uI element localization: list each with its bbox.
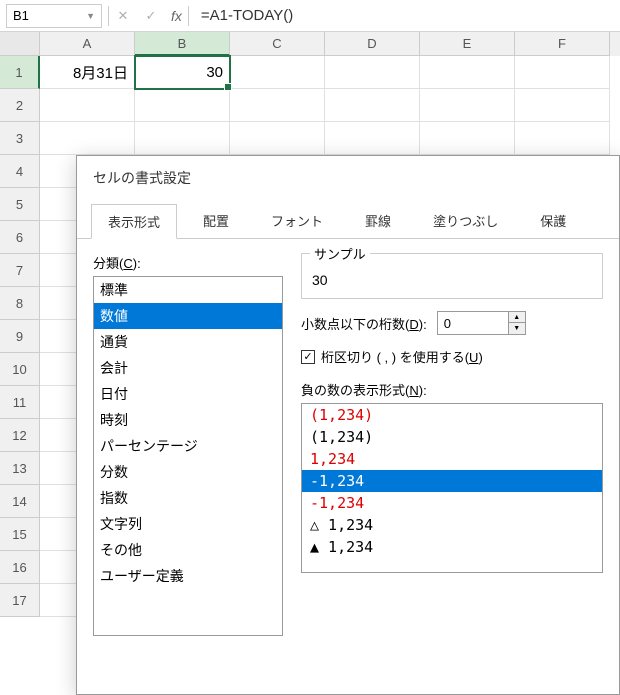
fx-icon[interactable]: fx <box>165 8 188 24</box>
formula-text: =A1-TODAY() <box>201 7 293 24</box>
negative-format-item[interactable]: △ 1,234 <box>302 514 602 536</box>
decimal-places-input[interactable] <box>438 312 508 334</box>
row-header-9[interactable]: 9 <box>0 320 40 353</box>
cell-B2[interactable] <box>135 89 230 122</box>
cell-C1[interactable] <box>230 56 325 89</box>
cell-D3[interactable] <box>325 122 420 155</box>
cell-B3[interactable] <box>135 122 230 155</box>
cell-E2[interactable] <box>420 89 515 122</box>
category-item[interactable]: 日付 <box>94 381 282 407</box>
cell-C3[interactable] <box>230 122 325 155</box>
category-item[interactable]: 会計 <box>94 355 282 381</box>
row-header-6[interactable]: 6 <box>0 221 40 254</box>
cell-E1[interactable] <box>420 56 515 89</box>
spinner-down-icon[interactable]: ▼ <box>509 323 525 334</box>
row-header-5[interactable]: 5 <box>0 188 40 221</box>
row-header-1[interactable]: 1 <box>0 56 40 89</box>
select-all-corner[interactable] <box>0 32 40 56</box>
cell-A1[interactable]: 8月31日 <box>40 56 135 89</box>
cell-D2[interactable] <box>325 89 420 122</box>
negative-format-item[interactable]: 1,234 <box>302 448 602 470</box>
category-item[interactable]: ユーザー定義 <box>94 563 282 589</box>
category-item[interactable]: 数値 <box>94 303 282 329</box>
negative-format-item[interactable]: (1,234) <box>302 404 602 426</box>
thousands-separator-label: 桁区切り ( , ) を使用する(U) <box>321 347 483 366</box>
cell-D1[interactable] <box>325 56 420 89</box>
sample-label: サンプル <box>310 244 370 263</box>
column-header-E[interactable]: E <box>420 32 515 56</box>
decimal-places-label: 小数点以下の桁数(D): <box>301 314 427 333</box>
column-header-F[interactable]: F <box>515 32 610 56</box>
category-item[interactable]: 文字列 <box>94 511 282 537</box>
cell-B1[interactable]: 30 <box>135 56 230 89</box>
tab-4[interactable]: 塗りつぶし <box>417 204 514 238</box>
row-header-13[interactable]: 13 <box>0 452 40 485</box>
tab-3[interactable]: 罫線 <box>349 204 407 238</box>
row-header-12[interactable]: 12 <box>0 419 40 452</box>
column-header-C[interactable]: C <box>230 32 325 56</box>
cell-A3[interactable] <box>40 122 135 155</box>
column-header-D[interactable]: D <box>325 32 420 56</box>
row-header-4[interactable]: 4 <box>0 155 40 188</box>
cell-E3[interactable] <box>420 122 515 155</box>
divider <box>188 6 189 26</box>
tab-2[interactable]: フォント <box>255 204 339 238</box>
cell-F3[interactable] <box>515 122 610 155</box>
name-box[interactable]: B1 ▼ <box>6 4 102 28</box>
cancel-formula-icon: ✕ <box>109 4 137 28</box>
column-header-B[interactable]: B <box>135 32 230 56</box>
name-box-value: B1 <box>13 8 29 23</box>
negative-format-item[interactable]: -1,234 <box>302 470 602 492</box>
category-label: 分類(C): <box>93 253 283 272</box>
row-header-16[interactable]: 16 <box>0 551 40 584</box>
tab-0[interactable]: 表示形式 <box>91 204 177 239</box>
category-item[interactable]: 通貨 <box>94 329 282 355</box>
name-box-dropdown-icon[interactable]: ▼ <box>86 11 95 21</box>
category-item[interactable]: パーセンテージ <box>94 433 282 459</box>
category-item[interactable]: 標準 <box>94 277 282 303</box>
cell-C2[interactable] <box>230 89 325 122</box>
row-header-3[interactable]: 3 <box>0 122 40 155</box>
tab-1[interactable]: 配置 <box>187 204 245 238</box>
cell-F1[interactable] <box>515 56 610 89</box>
formula-input[interactable]: =A1-TODAY() <box>195 4 620 28</box>
negative-format-label: 負の数の表示形式(N): <box>301 380 603 399</box>
negative-format-item[interactable]: -1,234 <box>302 492 602 514</box>
spinner-up-icon[interactable]: ▲ <box>509 312 525 323</box>
cell-F2[interactable] <box>515 89 610 122</box>
category-item[interactable]: 分数 <box>94 459 282 485</box>
dialog-tabs: 表示形式配置フォント罫線塗りつぶし保護 <box>77 204 619 239</box>
negative-format-item[interactable]: ▲ 1,234 <box>302 536 602 558</box>
accept-formula-icon: ✓ <box>137 4 165 28</box>
category-item[interactable]: その他 <box>94 537 282 563</box>
format-cells-dialog: セルの書式設定 表示形式配置フォント罫線塗りつぶし保護 分類(C): 標準数値通… <box>76 155 620 695</box>
category-list[interactable]: 標準数値通貨会計日付時刻パーセンテージ分数指数文字列その他ユーザー定義 <box>93 276 283 636</box>
dialog-title: セルの書式設定 <box>77 156 619 204</box>
thousands-separator-checkbox[interactable]: ✓ <box>301 350 315 364</box>
row-header-2[interactable]: 2 <box>0 89 40 122</box>
column-headers: ABCDEF <box>0 32 620 56</box>
negative-format-item[interactable]: (1,234) <box>302 426 602 448</box>
row-header-10[interactable]: 10 <box>0 353 40 386</box>
row-header-17[interactable]: 17 <box>0 584 40 617</box>
category-item[interactable]: 指数 <box>94 485 282 511</box>
row-header-8[interactable]: 8 <box>0 287 40 320</box>
row-header-14[interactable]: 14 <box>0 485 40 518</box>
cell-A2[interactable] <box>40 89 135 122</box>
column-header-A[interactable]: A <box>40 32 135 56</box>
tab-5[interactable]: 保護 <box>524 204 582 238</box>
sample-box: サンプル 30 <box>301 253 603 299</box>
row-header-11[interactable]: 11 <box>0 386 40 419</box>
row-header-7[interactable]: 7 <box>0 254 40 287</box>
negative-format-list[interactable]: (1,234)(1,234)1,234-1,234-1,234△ 1,234▲ … <box>301 403 603 573</box>
category-item[interactable]: 時刻 <box>94 407 282 433</box>
row-header-15[interactable]: 15 <box>0 518 40 551</box>
